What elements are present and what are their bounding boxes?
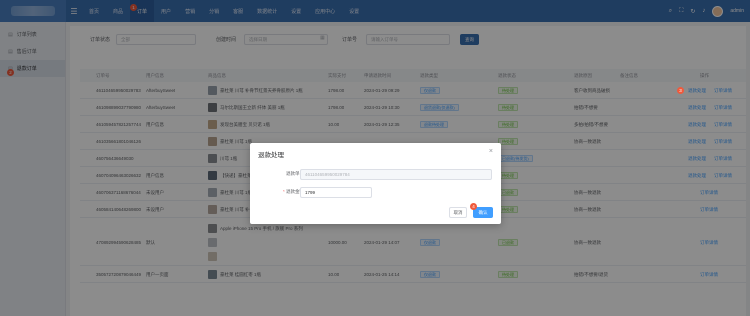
refund-amount-input[interactable]: 1799	[300, 187, 372, 198]
step-badge-3: 3	[677, 87, 684, 94]
dialog-title: 退款处理	[258, 152, 284, 159]
step-badge-4: 4	[470, 203, 477, 210]
refund-amount-label: * 退款金额	[264, 189, 304, 195]
cancel-button[interactable]: 取消	[449, 207, 467, 218]
refund-order-label: 退款单号	[264, 171, 304, 177]
refund-order-input: 461104659950029784	[300, 169, 492, 180]
close-icon[interactable]: ×	[489, 148, 493, 155]
